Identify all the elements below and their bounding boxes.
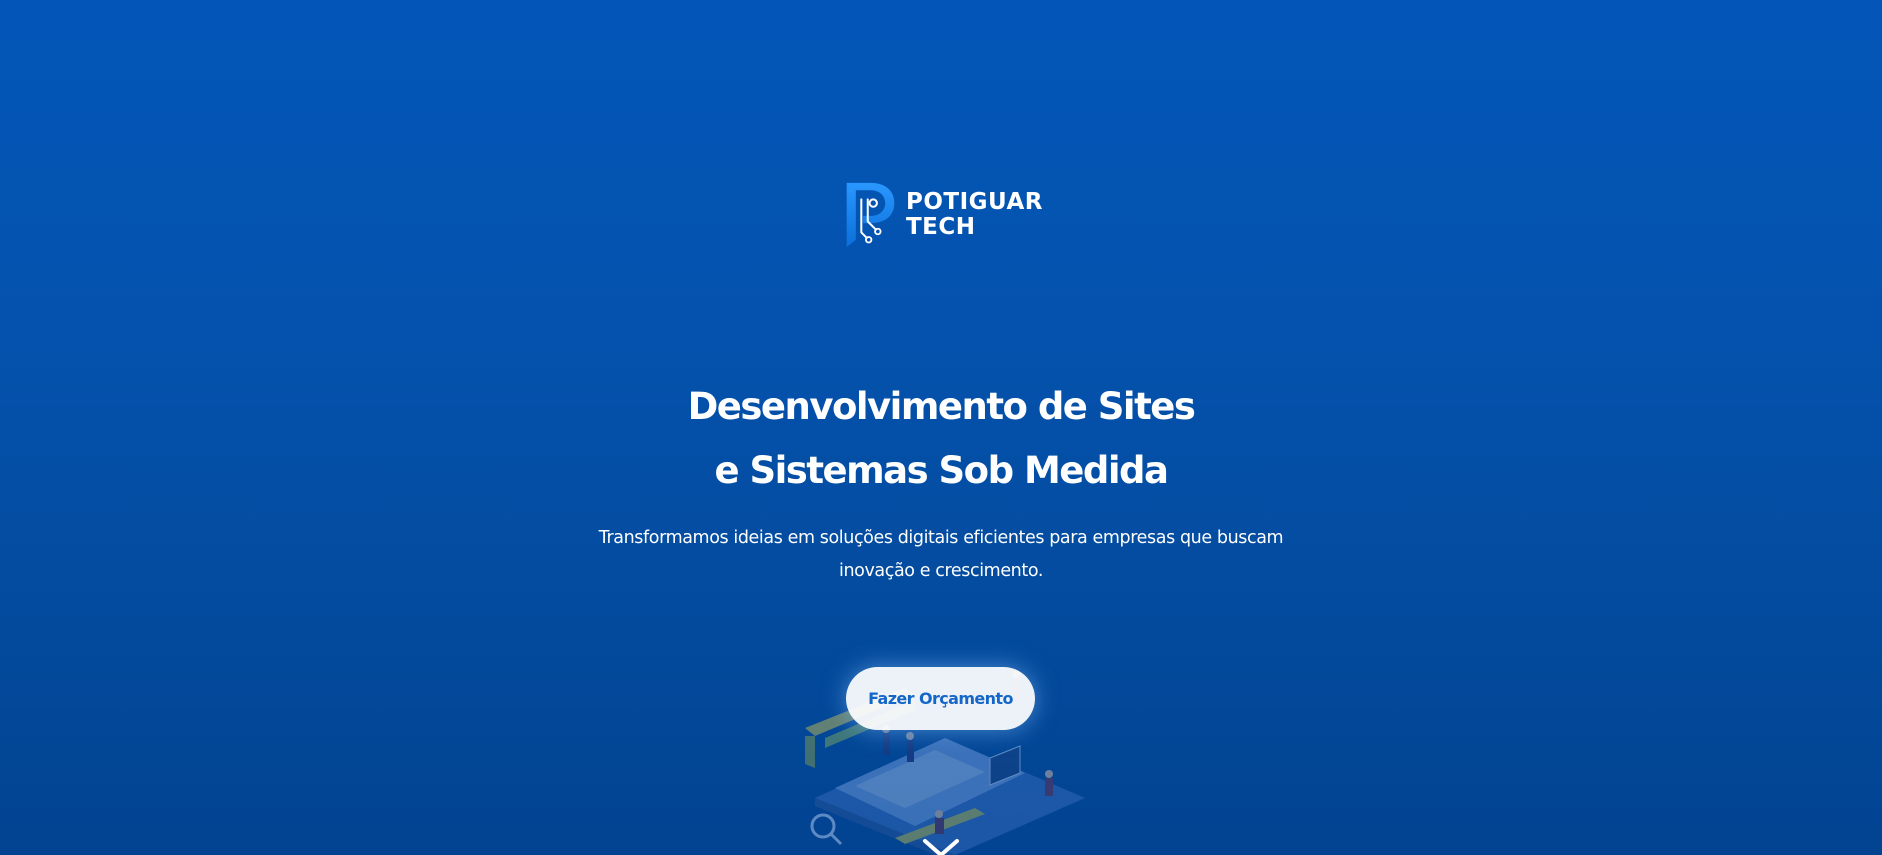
circuit-p-logo-icon (846, 182, 895, 248)
brand-wordmark: POTIGUAR TECH (906, 190, 1043, 240)
headline-line-1: Desenvolvimento de Sites (687, 385, 1196, 428)
chevron-down-icon (923, 839, 959, 855)
brand-logo[interactable]: POTIGUAR TECH (843, 176, 1043, 254)
hero-subtitle: Transformamos ideias em soluções digitai… (598, 528, 1284, 581)
brand-line2: TECH (905, 214, 976, 240)
hero-headline: Desenvolvimento de Sites e Sistemas Sob … (0, 375, 1882, 503)
hero-section: POTIGUAR TECH Desenvolvimento de Sites e… (0, 0, 1882, 855)
request-quote-button[interactable]: Fazer Orçamento (846, 667, 1035, 730)
scroll-down-button[interactable] (922, 838, 960, 855)
brand-line1: POTIGUAR (905, 189, 1043, 215)
headline-line-2: e Sistemas Sob Medida (714, 449, 1169, 492)
